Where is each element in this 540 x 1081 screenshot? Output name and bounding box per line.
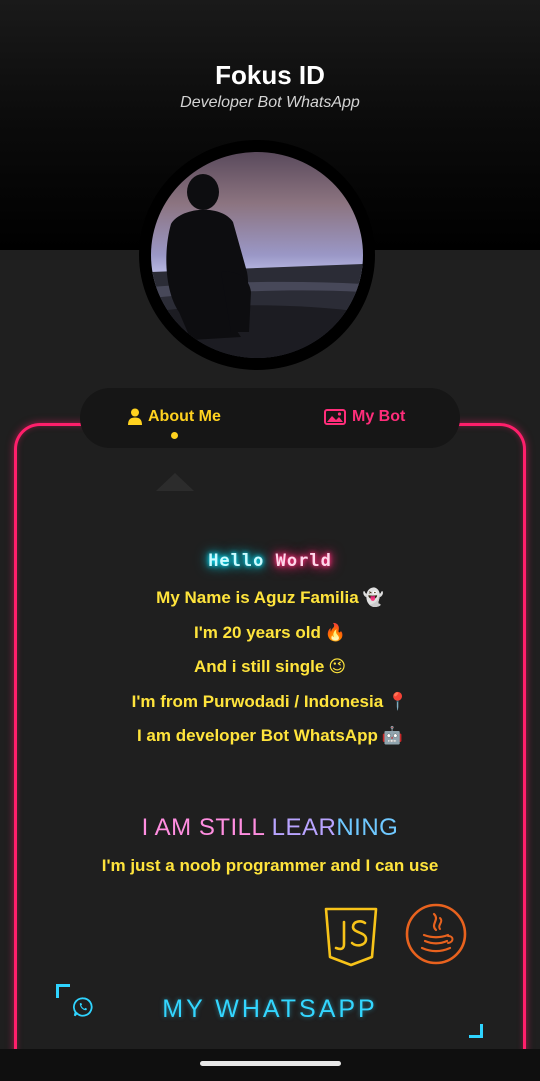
about-line-age: I'm 20 years old 🔥 <box>0 621 540 656</box>
whatsapp-section-title: MY WHATSAPP <box>162 995 378 1023</box>
corner-bracket-bottom-right <box>469 1024 483 1038</box>
learning-heading-part2: LEAR <box>271 814 337 841</box>
learning-caption: I'm just a noob programmer and I can use <box>101 856 439 875</box>
javascript-icon <box>324 907 378 967</box>
learning-heading: I AM STILL LEARNING <box>0 814 540 842</box>
avatar <box>139 140 375 370</box>
learning-heading-part3: NING <box>336 814 399 841</box>
tab-my-bot[interactable]: My Bot <box>324 408 405 426</box>
world-word: World <box>275 551 332 571</box>
avatar-photo <box>151 152 363 358</box>
page-title: Fokus ID <box>215 60 325 90</box>
about-line-job: I am developer Bot WhatsApp 🤖 <box>0 724 540 759</box>
tab-about-me[interactable]: About Me <box>128 408 221 426</box>
hello-word: Hello <box>208 551 265 571</box>
about-line-text: I am developer Bot WhatsApp <box>136 726 378 745</box>
tab-pointer <box>156 473 194 491</box>
java-icon <box>405 903 467 965</box>
learning-heading-part1: I AM STILL <box>141 814 272 841</box>
about-list: My Name is Aguz Familia 👻 I'm 20 years ol… <box>0 586 540 759</box>
about-line-status: And i still single 😉 <box>0 655 540 690</box>
robot-icon: 🤖 <box>381 726 404 745</box>
pin-icon: 📍 <box>387 691 409 711</box>
hello-world-heading: Hello World <box>0 551 540 571</box>
page-subtitle: Developer Bot WhatsApp <box>180 94 360 111</box>
tab-about-me-label: About Me <box>148 408 221 425</box>
about-line-text: And i still single <box>193 657 325 676</box>
about-line-location: I'm from Purwodadi / Indonesia 📍 <box>0 690 540 725</box>
about-line-name: My Name is Aguz Familia 👻 <box>0 586 540 621</box>
tab-my-bot-label: My Bot <box>352 408 406 425</box>
fire-icon: 🔥 <box>324 622 347 642</box>
user-icon <box>128 408 142 425</box>
about-line-text: I'm from Purwodadi / Indonesia <box>131 691 384 711</box>
wink-icon: 😉 <box>328 657 347 676</box>
tab-bar: About Me My Bot <box>80 388 460 448</box>
image-icon <box>324 409 346 425</box>
about-line-text: My Name is Aguz Familia <box>156 588 359 607</box>
home-indicator[interactable] <box>200 1061 341 1066</box>
active-tab-indicator <box>171 432 178 439</box>
about-line-text: I'm 20 years old <box>193 622 321 642</box>
ghost-icon: 👻 <box>362 588 384 607</box>
